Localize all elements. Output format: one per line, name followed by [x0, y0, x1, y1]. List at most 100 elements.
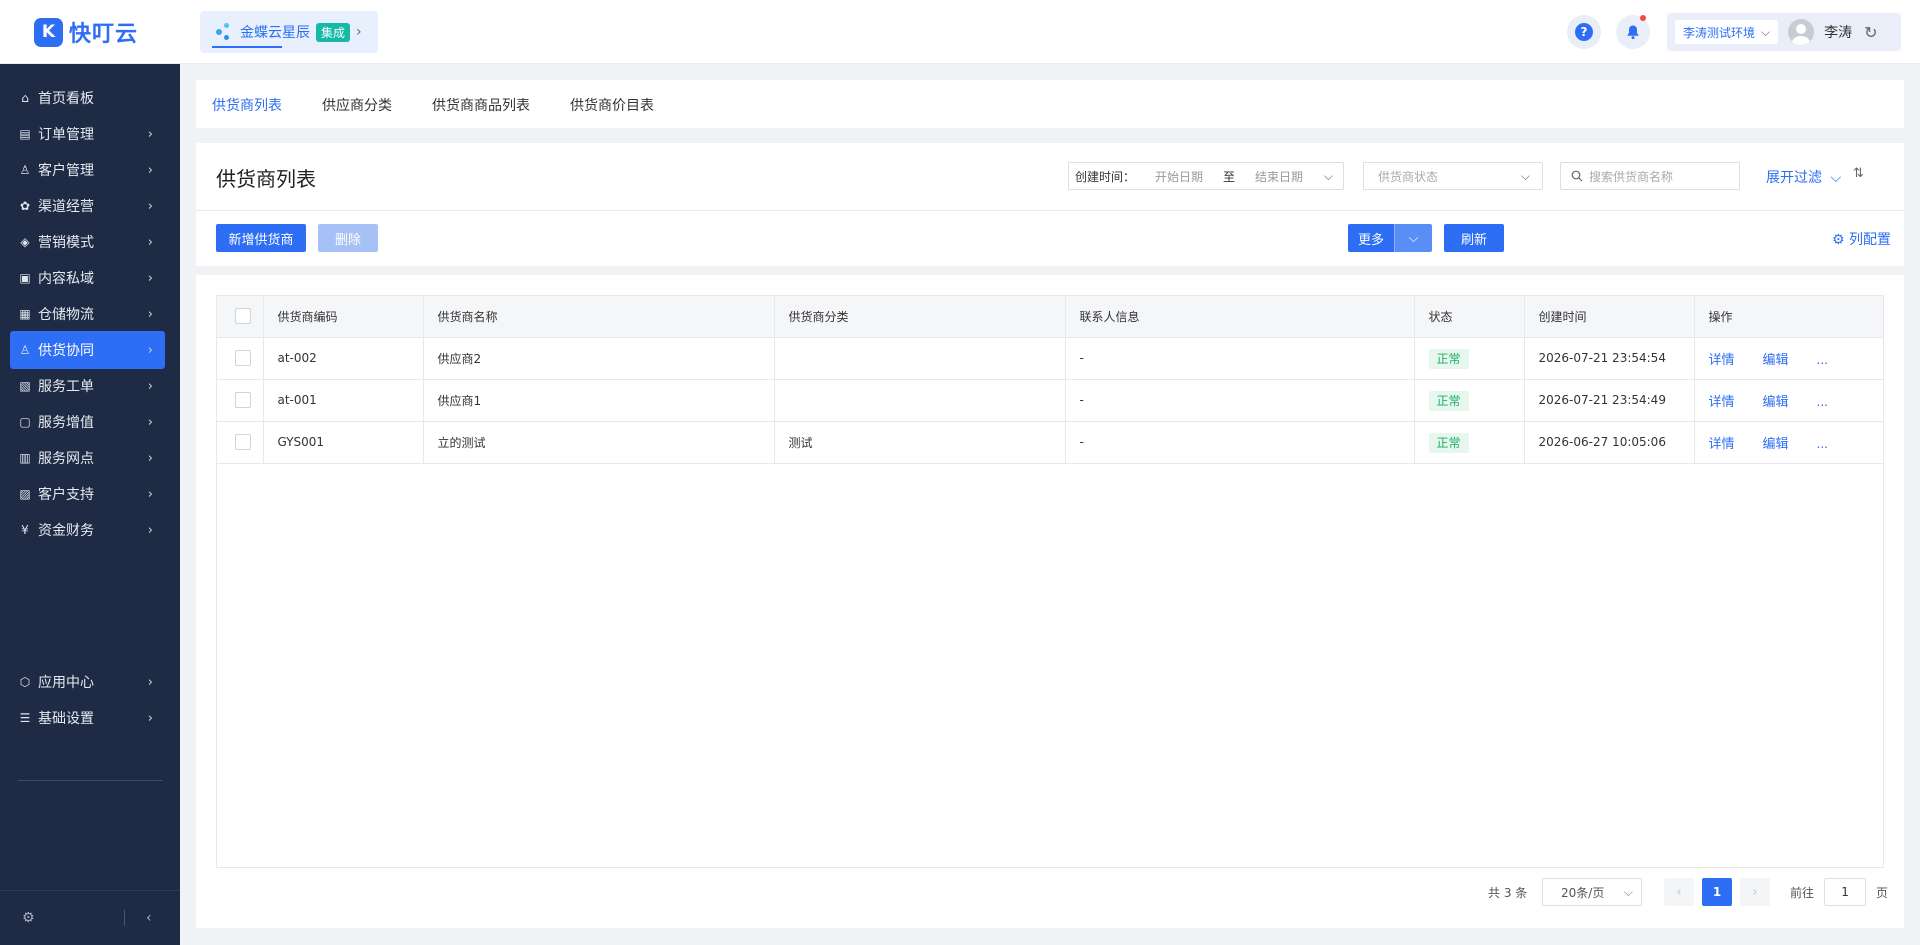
notification-badge — [1640, 15, 1646, 21]
add-supplier-button[interactable]: 新增供货商 — [216, 224, 306, 252]
column-header[interactable]: 供货商编码 — [263, 296, 424, 338]
delete-button[interactable]: 删除 — [318, 224, 378, 252]
column-header[interactable]: 状态 — [1414, 296, 1525, 338]
edit-link[interactable]: 编辑 — [1763, 437, 1789, 452]
app-center-icon: ⬡ — [19, 675, 31, 689]
detail-link[interactable]: 详情 — [1709, 395, 1735, 410]
chevron-right-icon: › — [147, 126, 153, 142]
tab-supplier-price-list[interactable]: 供货商价目表 — [570, 95, 654, 115]
sidebar-divider — [18, 780, 163, 781]
created-time: 2026-07-21 23:54:54 — [1524, 337, 1695, 380]
sidebar-item-label: 营销模式 — [38, 235, 94, 251]
sidebar-footer-divider — [0, 890, 180, 891]
supplier-category: 测试 — [774, 421, 1066, 464]
supplier-name: 立的测试 — [423, 421, 775, 464]
supplier-status-select[interactable]: 供货商状态 ⌵ — [1363, 162, 1543, 190]
logo-text: 快叮云 — [69, 22, 139, 47]
sidebar-item[interactable]: ♙ 供货协同 › — [10, 331, 165, 369]
page-number-current[interactable]: 1 — [1702, 878, 1732, 906]
more-actions-icon[interactable]: ... — [1817, 353, 1828, 367]
sidebar-item[interactable]: ✿ 渠道经营 › — [10, 187, 165, 225]
tab-supplier-list[interactable]: 供货商列表 — [212, 95, 282, 115]
start-date-input[interactable]: 开始日期 — [1155, 168, 1203, 185]
chevron-right-icon: › — [147, 270, 153, 286]
more-actions-icon[interactable]: ... — [1817, 395, 1828, 409]
sidebar-item[interactable]: ◈ 营销模式 › — [10, 223, 165, 261]
row-checkbox[interactable] — [235, 392, 251, 408]
detail-link[interactable]: 详情 — [1709, 353, 1735, 368]
tab-supplier-products[interactable]: 供货商商品列表 — [432, 95, 530, 115]
settings-icon: ☰ — [19, 711, 31, 725]
pagination-total: 共 3 条 — [1488, 885, 1528, 900]
end-date-input[interactable]: 结束日期 — [1255, 168, 1303, 185]
sidebar-item[interactable]: ▨ 客户支持 › — [10, 475, 165, 513]
chevron-right-icon: › — [147, 342, 153, 358]
select-all-checkbox[interactable] — [235, 308, 251, 325]
sidebar-item[interactable]: ⬡ 应用中心 › — [10, 663, 165, 701]
column-header[interactable]: 创建时间 — [1524, 296, 1695, 338]
table-row[interactable]: at-002 供应商2 - 正常 2026-07-21 23:54:54 详情 编辑... — [217, 337, 1883, 380]
sidebar-item[interactable]: ▦ 仓储物流 › — [10, 295, 165, 333]
expand-filter-link[interactable]: 展开过滤 ⌵ — [1766, 167, 1841, 187]
column-header[interactable]: 供货商分类 — [774, 296, 1066, 338]
collapse-sidebar-icon[interactable]: ‹ — [146, 910, 152, 926]
edit-link[interactable]: 编辑 — [1763, 395, 1789, 410]
avatar[interactable] — [1788, 19, 1815, 45]
sidebar-item-label: 渠道经营 — [38, 199, 94, 215]
environment-select[interactable]: 李涛测试环境 ⌵ — [1675, 20, 1779, 44]
sidebar-item[interactable]: ☰ 基础设置 › — [10, 699, 165, 737]
sidebar-item-label: 基础设置 — [38, 711, 94, 727]
created-date-range[interactable]: 创建时间： 开始日期 至 结束日期 ⌵ — [1068, 162, 1344, 190]
sidebar-item[interactable]: ▧ 服务工单 › — [10, 367, 165, 405]
chevron-right-icon: › — [147, 414, 153, 430]
sidebar-item-label: 服务网点 — [38, 451, 94, 467]
status-badge: 正常 — [1428, 432, 1469, 453]
more-actions-icon[interactable]: ... — [1817, 437, 1828, 451]
gear-icon: ⚙ — [1832, 232, 1845, 248]
refresh-button[interactable]: 刷新 — [1444, 224, 1504, 252]
help-button[interactable]: ? — [1567, 15, 1601, 49]
table-row[interactable]: GYS001 立的测试 测试 - 正常 2026-06-27 10:05:06 详情 编辑..… — [217, 421, 1883, 464]
sidebar-item[interactable]: ▤ 订单管理 › — [10, 115, 165, 153]
table-row[interactable]: at-001 供应商1 - 正常 2026-07-21 23:54:49 详情 编辑... — [217, 379, 1883, 422]
column-config-link[interactable]: ⚙ 列配置 — [1832, 229, 1891, 249]
sidebar-item[interactable]: ▣ 内容私域 › — [10, 259, 165, 297]
supplier-search-input[interactable]: 搜索供货商名称 — [1560, 162, 1740, 190]
sidebar-item-label: 应用中心 — [38, 675, 94, 691]
row-checkbox[interactable] — [235, 434, 251, 450]
column-header[interactable]: 供货商名称 — [423, 296, 775, 338]
sidebar-item[interactable]: ¥ 资金财务 › — [10, 511, 165, 549]
next-page-button[interactable]: › — [1740, 878, 1770, 906]
chevron-down-icon[interactable]: ⌵ — [1394, 224, 1432, 252]
tab-supplier-category[interactable]: 供应商分类 — [322, 95, 392, 115]
goto-page-input[interactable]: 1 — [1824, 878, 1867, 906]
active-tab-indicator — [212, 46, 282, 48]
row-checkbox[interactable] — [235, 350, 251, 366]
sidebar-item[interactable]: ▥ 服务网点 › — [10, 439, 165, 477]
notification-button[interactable] — [1616, 15, 1650, 49]
user-name[interactable]: 李涛 — [1824, 22, 1852, 42]
service-order-icon: ▧ — [19, 379, 31, 393]
sort-icon[interactable]: ⇅ — [1853, 166, 1864, 181]
more-button-label[interactable]: 更多 — [1348, 224, 1394, 252]
sidebar-item[interactable]: ⌂ 首页看板 — [10, 79, 165, 117]
finance-icon: ¥ — [21, 523, 29, 537]
chevron-right-icon: › — [147, 162, 153, 178]
sidebar-item-label: 服务增值 — [38, 415, 94, 431]
page-size-select[interactable]: 20条/页 ⌵ — [1542, 878, 1642, 906]
user-panel: 李涛测试环境 ⌵ 李涛 ↻ — [1667, 13, 1901, 51]
edit-link[interactable]: 编辑 — [1763, 353, 1789, 368]
settings-gear-icon[interactable]: ⚙ — [22, 910, 35, 926]
refresh-icon[interactable]: ↻ — [1864, 23, 1877, 42]
sidebar-item[interactable]: ▢ 服务增值 › — [10, 403, 165, 441]
more-dropdown-button[interactable]: 更多 ⌵ — [1348, 224, 1432, 252]
home-icon: ⌂ — [21, 91, 29, 105]
column-header[interactable]: 联系人信息 — [1065, 296, 1415, 338]
expand-filter-label: 展开过滤 — [1766, 170, 1822, 186]
app-logo[interactable]: K 快叮云 — [34, 16, 138, 48]
channel-icon: ✿ — [19, 199, 31, 213]
detail-link[interactable]: 详情 — [1709, 437, 1735, 452]
contact-info: - — [1065, 421, 1415, 464]
prev-page-button[interactable]: ‹ — [1664, 878, 1694, 906]
sidebar-item[interactable]: ♙ 客户管理 › — [10, 151, 165, 189]
